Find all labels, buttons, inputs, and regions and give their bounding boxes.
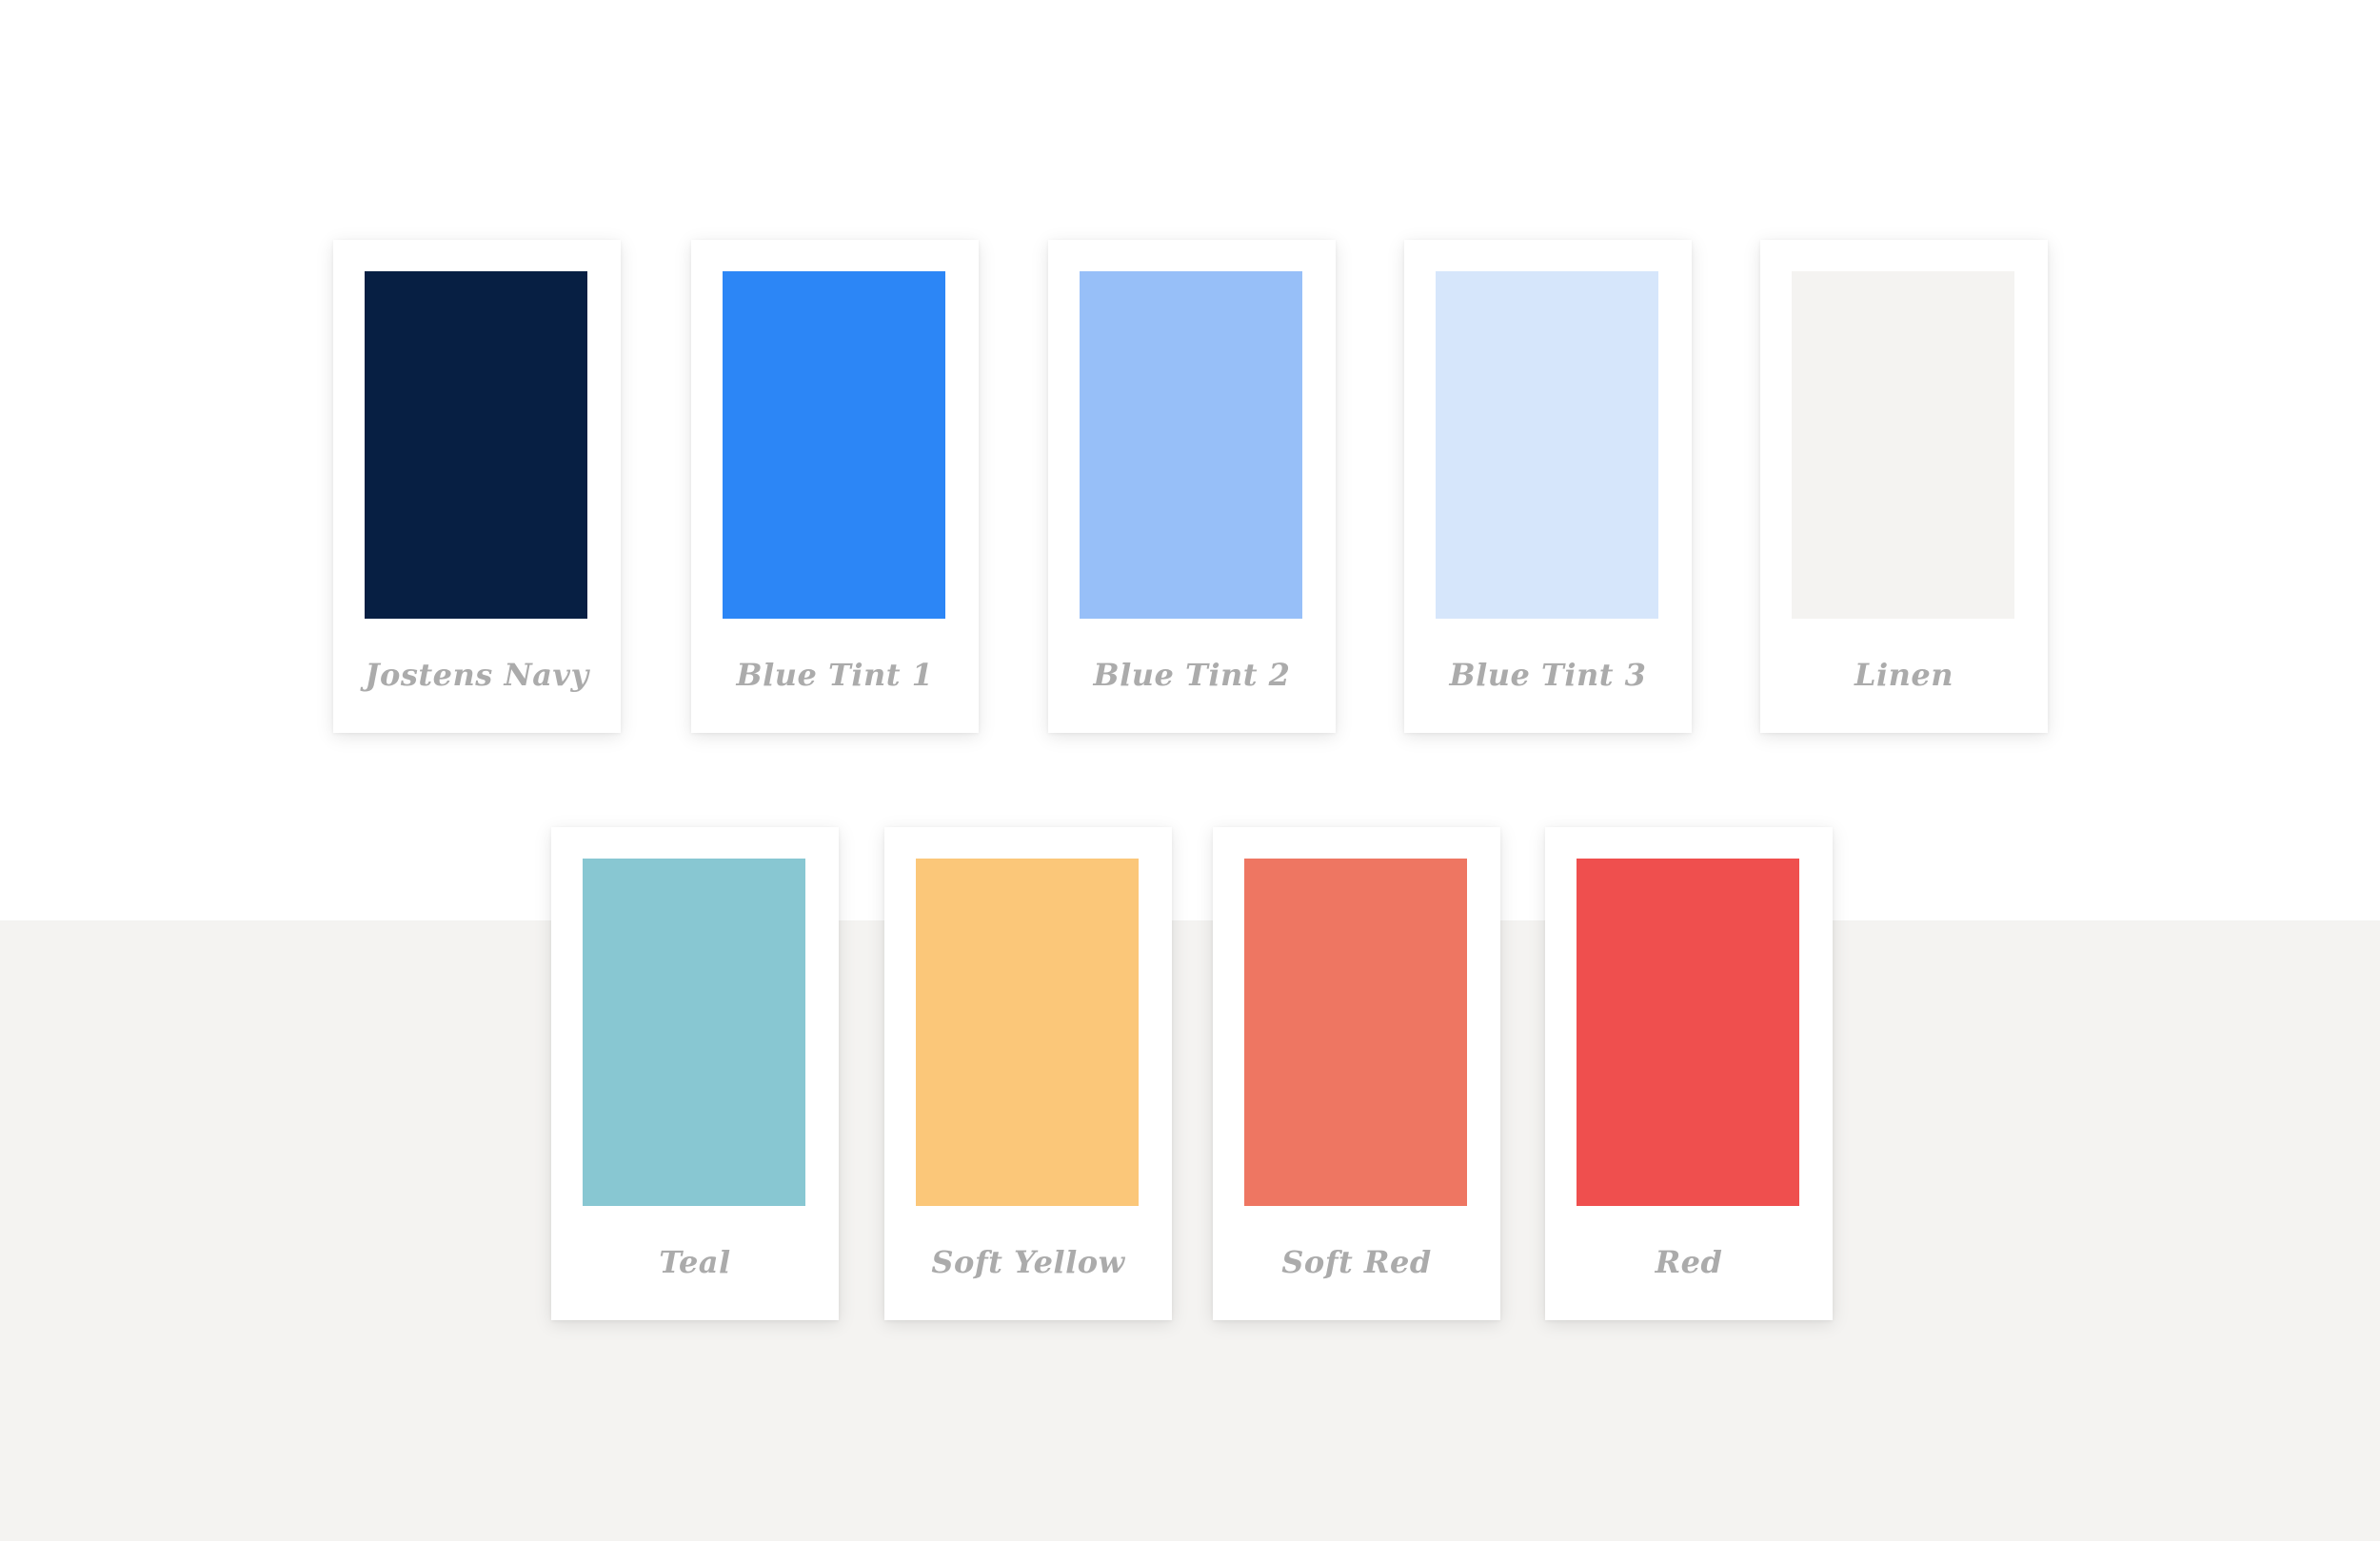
- swatch-label: Jostens Navy: [365, 657, 589, 693]
- swatch-card-blue-tint-1: Blue Tint 1: [691, 240, 979, 733]
- swatch-label: Teal: [659, 1244, 731, 1280]
- swatch-chip: [1436, 271, 1658, 619]
- swatch-card-teal: Teal: [551, 827, 839, 1320]
- swatch-chip: [365, 271, 587, 619]
- swatch-chip: [916, 859, 1139, 1206]
- swatch-chip: [1792, 271, 2014, 619]
- swatch-card-soft-red: Soft Red: [1213, 827, 1500, 1320]
- background-lower-band: [0, 920, 2380, 1541]
- swatch-label: Blue Tint 3: [1449, 657, 1647, 693]
- swatch-chip: [1577, 859, 1799, 1206]
- swatch-chip: [583, 859, 805, 1206]
- swatch-card-blue-tint-2: Blue Tint 2: [1048, 240, 1336, 733]
- swatch-chip: [1244, 859, 1467, 1206]
- swatch-label: Red: [1655, 1244, 1723, 1280]
- swatch-label: Soft Red: [1281, 1244, 1432, 1280]
- swatch-label: Blue Tint 1: [736, 657, 934, 693]
- swatch-card-red: Red: [1545, 827, 1833, 1320]
- swatch-label: Soft Yellow: [931, 1244, 1125, 1280]
- swatch-card-soft-yellow: Soft Yellow: [884, 827, 1172, 1320]
- swatch-label: Blue Tint 2: [1093, 657, 1291, 693]
- swatch-card-blue-tint-3: Blue Tint 3: [1404, 240, 1692, 733]
- swatch-chip: [723, 271, 945, 619]
- swatch-label: Linen: [1854, 657, 1954, 693]
- swatch-chip: [1080, 271, 1302, 619]
- swatch-card-jostens-navy: Jostens Navy: [333, 240, 621, 733]
- swatch-card-linen: Linen: [1760, 240, 2048, 733]
